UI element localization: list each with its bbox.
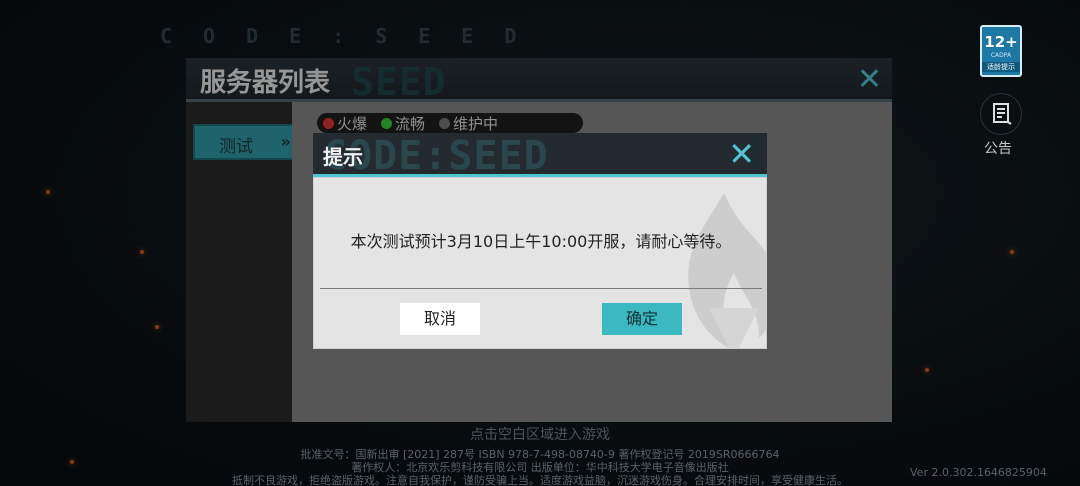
notice-book-icon [993,103,1012,125]
dialog-header: CODE:SEED 提示 ✕ [313,133,767,177]
confirm-button[interactable]: 确定 [602,303,682,335]
age-rating-badge[interactable]: 12+ CADPA 适龄提示 [980,25,1022,77]
notice-dialog: CODE:SEED 提示 ✕ 本次测试预计3月10日上午10:00开服，请耐心等… [313,133,767,349]
age-rating-number: 12+ [984,33,1018,51]
dialog-message: 本次测试预计3月10日上午10:00开服，请耐心等待。 [350,232,732,251]
age-rating-org: CADPA [990,52,1012,59]
dialog-close-icon[interactable]: ✕ [728,135,755,173]
dialog-body: 本次测试预计3月10日上午10:00开服，请耐心等待。 取消 确定 [313,177,767,349]
notice-label: 公告 [984,141,1012,157]
version-label: Ver 2.0.302.1646825904 [910,466,1047,479]
dialog-divider [320,288,762,289]
notice-button[interactable] [980,93,1022,135]
dialog-title: 提示 [323,145,363,169]
cancel-button[interactable]: 取消 [400,303,480,335]
tap-to-enter-hint: 点击空白区域进入游戏 [470,427,610,443]
age-rating-hint: 适龄提示 [982,62,1020,72]
